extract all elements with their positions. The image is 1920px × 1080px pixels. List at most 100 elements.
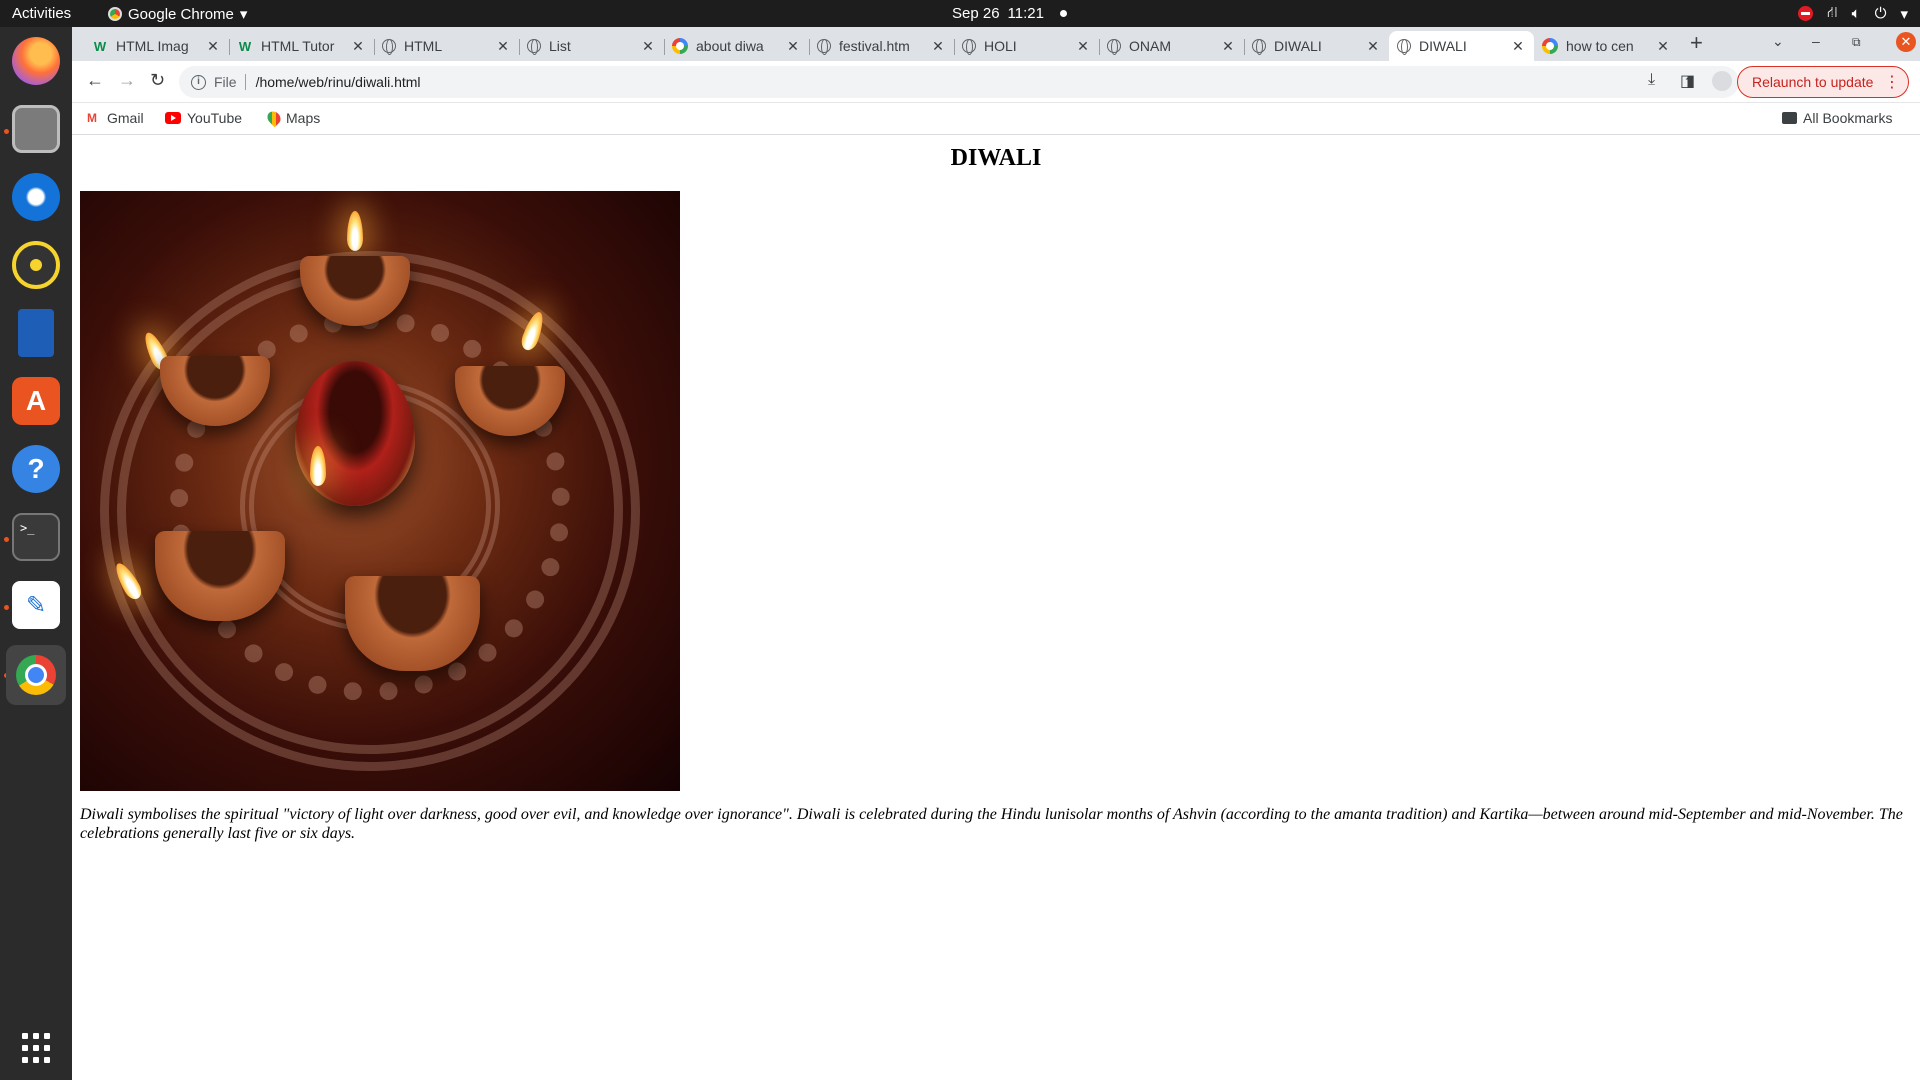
tab[interactable]: ONAM ✕ — [1099, 31, 1245, 61]
bookmarks-bar: M Gmail YouTube Maps All Bookmarks — [72, 103, 1920, 135]
activities-button[interactable]: Activities — [12, 5, 71, 22]
tab-title: how to cen — [1566, 38, 1634, 54]
clock-date: Sep 26 — [952, 5, 1000, 22]
tab[interactable]: W HTML Imag ✕ — [84, 31, 230, 61]
chevron-down-icon: ▾ — [1900, 5, 1908, 23]
help-icon[interactable]: ? — [12, 445, 60, 493]
google-icon — [672, 38, 688, 54]
url-text[interactable]: /home/web/rinu/diwali.html — [256, 74, 421, 90]
tab[interactable]: HOLI ✕ — [954, 31, 1100, 61]
writer-icon[interactable] — [18, 309, 54, 357]
tab-strip: W HTML Imag ✕ W HTML Tutor ✕ HTML ✕ List… — [72, 27, 1920, 61]
restore-button[interactable]: ⧉ — [1852, 35, 1861, 50]
url-scheme: File — [214, 74, 237, 90]
close-icon[interactable]: ✕ — [1655, 38, 1671, 55]
do-not-disturb-icon — [1798, 6, 1814, 21]
close-icon[interactable]: ✕ — [930, 38, 946, 55]
diwali-lamps-image — [80, 191, 680, 791]
tab-title: List — [549, 38, 571, 54]
tab[interactable]: W HTML Tutor ✕ — [229, 31, 375, 61]
app-menu[interactable]: Google Chrome ▾ — [108, 5, 247, 23]
files-icon[interactable] — [12, 105, 60, 153]
tab-active[interactable]: DIWALI ✕ — [1389, 31, 1534, 61]
notification-dot-icon — [1059, 10, 1067, 17]
profile-avatar[interactable] — [1712, 71, 1732, 91]
close-icon[interactable]: ✕ — [1365, 38, 1381, 55]
close-icon[interactable]: ✕ — [1510, 38, 1526, 55]
tab[interactable]: festival.htm ✕ — [809, 31, 955, 61]
globe-icon — [962, 39, 976, 55]
close-icon[interactable]: ✕ — [640, 38, 656, 55]
rhythmbox-icon[interactable] — [12, 241, 60, 289]
globe-icon — [817, 39, 831, 55]
tab-title: HTML Imag — [116, 38, 189, 54]
close-window-button[interactable]: ✕ — [1896, 32, 1916, 52]
system-tray[interactable]: ⛙ 🔈︎ ⏻ ▾ — [1798, 4, 1908, 23]
running-indicator — [4, 605, 9, 610]
relaunch-to-update-button[interactable]: Relaunch to update ⋮ — [1737, 66, 1909, 98]
app-center-icon[interactable]: A — [12, 377, 60, 425]
tab-search-icon[interactable]: ⌄ — [1772, 33, 1784, 50]
globe-icon — [1397, 39, 1411, 55]
tab-title: festival.htm — [839, 38, 910, 54]
close-icon[interactable]: ✕ — [785, 38, 801, 55]
chevron-down-icon: ▾ — [239, 6, 248, 23]
globe-icon — [1107, 39, 1121, 55]
download-icon[interactable]: ⤓ — [1648, 71, 1655, 89]
forward-button[interactable]: → — [118, 70, 136, 91]
back-button[interactable]: ← — [86, 70, 104, 91]
close-icon[interactable]: ✕ — [205, 38, 221, 55]
tab-title: ONAM — [1129, 38, 1171, 54]
close-icon[interactable]: ✕ — [1075, 38, 1091, 55]
all-bookmarks-button[interactable]: All Bookmarks — [1782, 110, 1892, 126]
reload-button[interactable]: ↻ — [150, 70, 165, 91]
tab-title: about diwa — [696, 38, 764, 54]
youtube-icon — [165, 112, 181, 124]
clock[interactable]: Sep 26 11:21 — [952, 5, 1067, 22]
text-editor-icon[interactable]: ✎ — [12, 581, 60, 629]
thunderbird-icon[interactable] — [12, 173, 60, 221]
side-panel-icon[interactable]: ◨ — [1680, 71, 1695, 91]
tab[interactable]: about diwa ✕ — [664, 31, 810, 61]
address-bar[interactable]: i File /home/web/rinu/diwali.html ⇪ ☆ — [179, 66, 1739, 98]
site-info-icon[interactable]: i — [191, 74, 206, 90]
close-icon[interactable]: ✕ — [495, 38, 511, 55]
relaunch-label: Relaunch to update — [1752, 74, 1874, 90]
network-icon: ⛙ — [1827, 4, 1838, 21]
terminal-icon[interactable]: >_ — [12, 513, 60, 561]
bookmark-maps[interactable]: Maps — [264, 108, 320, 128]
web-page: DIWALI Diwali symbolises the spiritual "… — [72, 135, 1920, 1080]
bookmark-gmail[interactable]: M Gmail — [87, 110, 144, 126]
globe-icon — [1252, 39, 1266, 55]
google-icon — [1542, 38, 1558, 54]
tab[interactable]: DIWALI ✕ — [1244, 31, 1389, 61]
maps-icon — [264, 108, 284, 128]
gmail-icon: M — [87, 110, 97, 125]
clock-time: 11:21 — [1007, 5, 1044, 22]
menu-kebab-icon[interactable]: ⋮ — [1884, 72, 1900, 92]
tab-title: HOLI — [984, 38, 1017, 54]
bookmark-label: YouTube — [187, 110, 243, 126]
tab-title: HTML — [404, 38, 443, 54]
close-icon[interactable]: ✕ — [350, 38, 366, 55]
volume-icon: 🔈︎ — [1851, 5, 1861, 22]
minimize-button[interactable]: – — [1812, 33, 1820, 49]
app-menu-label: Google Chrome — [128, 5, 234, 23]
new-tab-button[interactable]: + — [1690, 30, 1703, 56]
chrome-icon — [108, 7, 122, 21]
bookmark-label: Gmail — [107, 110, 144, 126]
tab[interactable]: how to cen ✕ — [1534, 31, 1679, 61]
close-icon[interactable]: ✕ — [1220, 38, 1236, 55]
chrome-icon[interactable] — [6, 645, 66, 705]
tab[interactable]: HTML ✕ — [374, 31, 520, 61]
page-heading: DIWALI — [950, 145, 1042, 171]
bookmark-youtube[interactable]: YouTube — [165, 110, 242, 126]
tab[interactable]: List ✕ — [519, 31, 665, 61]
tab-title: HTML Tutor — [261, 38, 335, 54]
dock: A ? >_ ✎ — [0, 27, 72, 1080]
browser-toolbar: ← → ↻ i File /home/web/rinu/diwali.html … — [72, 61, 1920, 103]
w3schools-icon: W — [238, 38, 252, 54]
all-bookmarks-label: All Bookmarks — [1803, 110, 1893, 126]
show-apps-icon[interactable] — [20, 1032, 52, 1064]
firefox-icon[interactable] — [12, 37, 60, 85]
